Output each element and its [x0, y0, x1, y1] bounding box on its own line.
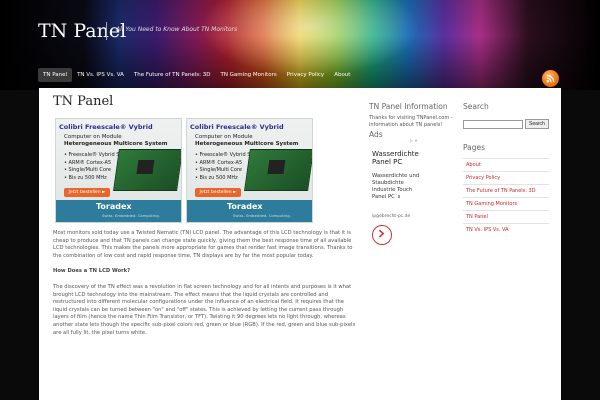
ad-brand: Colibri Freescale® Vybrid: [190, 123, 284, 131]
ad-footer: Toradex Swiss. Embedded. Computing.: [56, 200, 181, 222]
article-subheading: How Does a TN LCD Work?: [53, 268, 131, 275]
site-title[interactable]: TN Panel: [38, 20, 126, 42]
search-widget-title: Search: [463, 102, 489, 111]
info-widget-text: Thanks for visiting TNPanel.com - inform…: [369, 115, 453, 128]
text-ad-body: Wasserdichte und Staubdichte Industrie T…: [372, 173, 420, 200]
nav-item-future-3d[interactable]: The Future of TN Panels: 3D: [129, 68, 216, 82]
circuit-board-image: [244, 149, 312, 191]
main-content: TN Panel Colibri Freescale® Vybrid Compu…: [53, 94, 357, 336]
ad-line-bold: Heterogeneous Multicore System: [64, 141, 168, 147]
nav-item-gaming[interactable]: TN Gaming Monitors: [215, 68, 281, 82]
ad-order-button[interactable]: Jetzt bestellen ►: [64, 188, 110, 197]
pages-link-future-3d[interactable]: The Future of TN Panels: 3D: [463, 184, 549, 197]
article-body: Most monitors sold today use a Twisted N…: [53, 230, 359, 345]
chip-image: [136, 160, 155, 174]
search-form: Search: [463, 119, 549, 129]
rss-button[interactable]: [542, 70, 559, 87]
nav-item-privacy[interactable]: Privacy Policy: [282, 68, 329, 82]
site-header: TN Panel All You Need to Know About TN M…: [0, 0, 600, 90]
page-title: TN Panel: [53, 94, 114, 109]
pages-link-about[interactable]: About: [463, 158, 549, 171]
text-ad[interactable]: ▷ ✕ Wasserdichte Panel PC Wasserdichte u…: [370, 138, 423, 236]
pages-link-privacy[interactable]: Privacy Policy: [463, 171, 549, 184]
search-button[interactable]: Search: [525, 119, 549, 129]
ad-slogan: Swiss. Embedded. Computing.: [102, 213, 160, 218]
chip-image: [267, 160, 286, 174]
ad-banner-row: Colibri Freescale® Vybrid Computer on Mo…: [55, 118, 345, 223]
toradex-logo: Toradex: [96, 202, 132, 211]
adchoices-icon[interactable]: ▷ ✕: [410, 138, 418, 143]
search-input[interactable]: [463, 119, 523, 129]
text-ad-url[interactable]: ipgebrecht-pc.de: [372, 214, 410, 219]
nav-item-tn-panel[interactable]: TN Panel: [38, 68, 73, 82]
article-paragraph: Most monitors sold today use a Twisted N…: [53, 230, 353, 259]
pages-link-tn-panel[interactable]: TN Panel: [463, 210, 549, 223]
info-widget: TN Panel Information Thanks for visiting…: [369, 102, 454, 139]
right-sidebar: Search Search Pages About Privacy Policy…: [463, 102, 549, 236]
info-widget-title: TN Panel Information: [369, 102, 448, 111]
text-ad-arrow-button[interactable]: [372, 225, 392, 245]
pages-list: About Privacy Policy The Future of TN Pa…: [463, 158, 549, 236]
ad-line: Computer on Module: [64, 134, 122, 140]
ad-slogan: Swiss. Embedded. Computing.: [233, 213, 291, 218]
main-nav: TN Panel TN Vs. IPS Vs. VA The Future of…: [38, 68, 355, 82]
ad-line-bold: Heterogeneous Multicore System: [195, 141, 299, 147]
ad-brand: Colibri Freescale® Vybrid: [59, 123, 153, 131]
chevron-right-icon: [378, 229, 385, 238]
nav-item-about[interactable]: About: [329, 68, 355, 82]
title-separator: [106, 22, 107, 40]
ad-footer: Toradex Swiss. Embedded. Computing.: [187, 200, 312, 222]
text-ad-headline[interactable]: Wasserdichte Panel PC: [372, 150, 423, 166]
ad-line: Computer on Module: [195, 134, 253, 140]
ad-banner[interactable]: Colibri Freescale® Vybrid Computer on Mo…: [186, 118, 313, 223]
article-paragraph: The discovery of the TN effect was a rev…: [53, 283, 356, 336]
ad-order-button[interactable]: Jetzt bestellen ►: [195, 188, 241, 197]
toradex-logo: Toradex: [227, 202, 263, 211]
site-tagline: All You Need to Know About TN Monitors: [116, 26, 238, 33]
pages-link-tn-vs-ips[interactable]: TN Vs. IPS Vs. VA: [463, 223, 549, 236]
pages-widget-title: Pages: [463, 143, 486, 152]
pages-link-gaming[interactable]: TN Gaming Monitors: [463, 197, 549, 210]
page-container: TN Panel Colibri Freescale® Vybrid Compu…: [39, 88, 561, 400]
ad-banner[interactable]: Colibri Freescale® Vybrid Computer on Mo…: [55, 118, 182, 223]
nav-item-tn-vs-ips[interactable]: TN Vs. IPS Vs. VA: [72, 68, 129, 82]
circuit-board-image: [113, 149, 181, 191]
rss-icon: [546, 74, 555, 83]
